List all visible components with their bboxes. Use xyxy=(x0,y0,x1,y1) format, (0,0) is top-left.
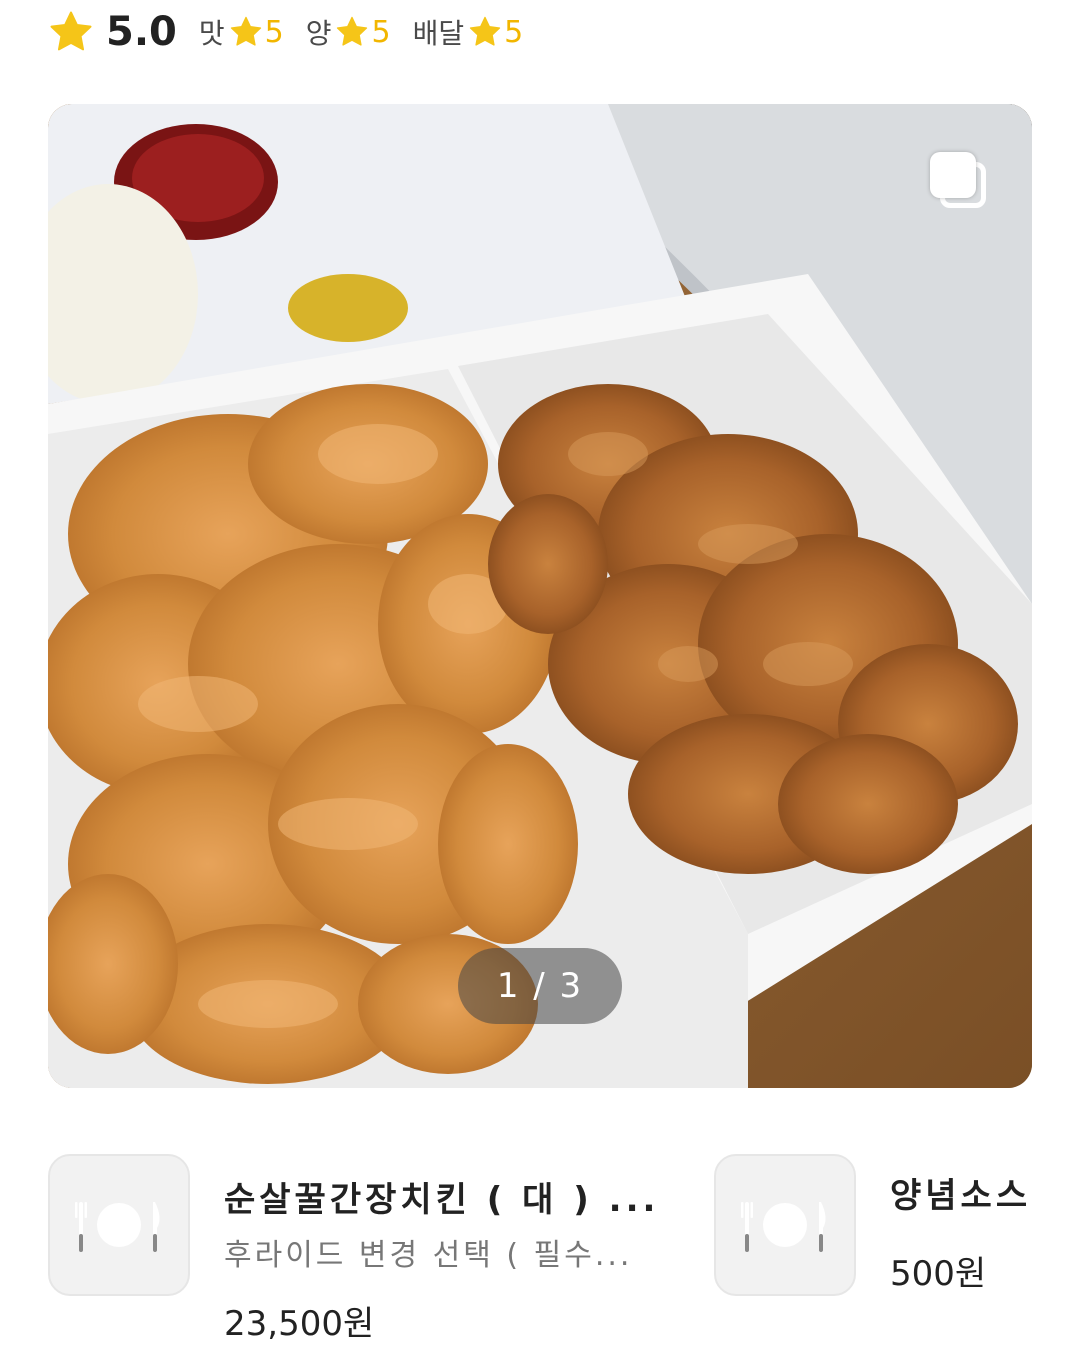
utensils-plate-icon xyxy=(741,1202,826,1252)
rating-label: 배달 xyxy=(412,17,465,50)
overall-rating: 5.0 xyxy=(106,9,177,55)
rating-value: 5 xyxy=(504,14,524,50)
rating-label: 맛 xyxy=(198,17,225,50)
delivery-rating: 배달 5 xyxy=(413,12,524,52)
rating-value: 5 xyxy=(371,14,391,50)
taste-rating: 맛 5 xyxy=(199,12,284,52)
star-icon xyxy=(335,15,369,49)
rating-summary: 5.0 맛 5 양 5 배달 5 xyxy=(48,6,545,58)
star-icon xyxy=(468,15,502,49)
menu-item-name: 순살꿀간장치킨 ( 대 ) ... xyxy=(224,1180,660,1220)
quantity-rating: 양 5 xyxy=(306,12,391,52)
photo-page-indicator: 1 / 3 xyxy=(458,948,622,1024)
menu-item[interactable]: 양념소스 500원 xyxy=(714,1154,1054,1304)
star-icon xyxy=(48,9,94,55)
menu-item-price: 500원 xyxy=(890,1254,987,1294)
menu-item[interactable]: 순살꿀간장치킨 ( 대 ) ... 후라이드 변경 선택 ( 필수... 23,… xyxy=(48,1154,668,1344)
menu-item-price: 23,500원 xyxy=(224,1304,375,1344)
menu-item-name: 양념소스 xyxy=(890,1176,1032,1216)
rating-value: 5 xyxy=(264,14,284,50)
utensils-plate-icon xyxy=(75,1202,160,1252)
review-photo-carousel[interactable]: 1 / 3 xyxy=(48,104,1032,1088)
review-photo xyxy=(48,104,1032,1088)
menu-item-option: 후라이드 변경 선택 ( 필수... xyxy=(224,1238,633,1273)
menu-thumbnail xyxy=(48,1154,190,1296)
menu-thumbnail xyxy=(714,1154,856,1296)
rating-label: 양 xyxy=(305,17,332,50)
star-icon xyxy=(229,15,263,49)
multiple-photos-icon xyxy=(930,152,992,214)
